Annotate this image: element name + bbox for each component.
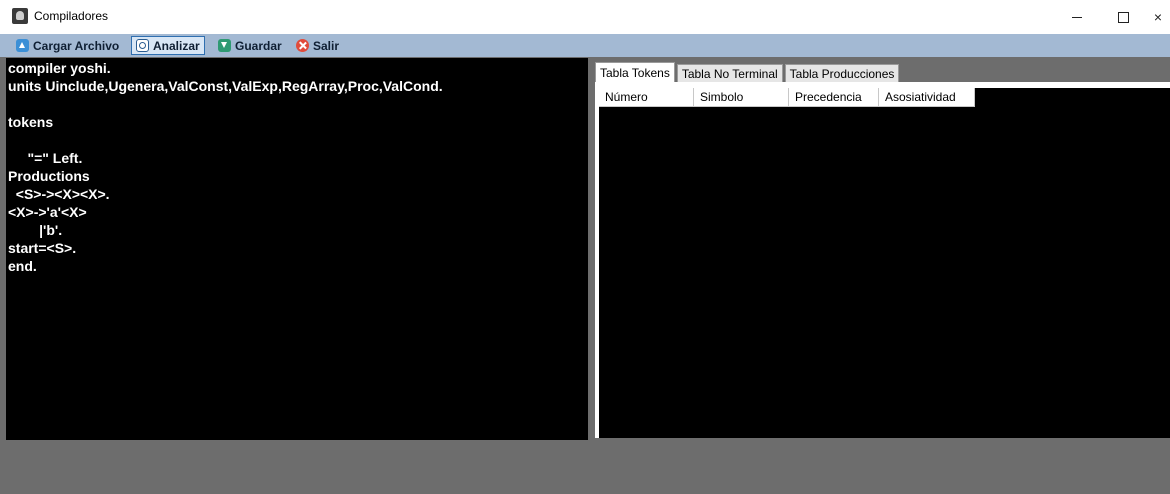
tab-tabla-no-terminal[interactable]: Tabla No Terminal — [676, 64, 783, 83]
tokens-table[interactable]: Número Simbolo Precedencia Asosiatividad — [599, 88, 1170, 438]
code-editor[interactable]: compiler yoshi. units Uinclude,Ugenera,V… — [6, 58, 588, 440]
tab-tabla-producciones[interactable]: Tabla Producciones — [784, 64, 900, 83]
tab-strip: Tabla Tokens Tabla No Terminal Tabla Pro… — [595, 62, 901, 83]
tab-content: Número Simbolo Precedencia Asosiatividad — [595, 82, 1170, 438]
column-header-numero[interactable]: Número — [599, 88, 694, 107]
save-label: Guardar — [235, 38, 282, 53]
maximize-icon — [1117, 11, 1129, 23]
title-bar: Compiladores × — [0, 0, 1170, 34]
editor-content[interactable]: compiler yoshi. units Uinclude,Ugenera,V… — [6, 58, 588, 276]
maximize-button[interactable] — [1100, 0, 1146, 34]
load-file-label: Cargar Archivo — [33, 38, 120, 53]
exit-button[interactable]: Salir — [292, 36, 343, 55]
search-icon — [136, 39, 149, 52]
app-icon — [12, 8, 28, 24]
exit-label: Salir — [313, 38, 340, 53]
column-header-simbolo[interactable]: Simbolo — [694, 88, 789, 107]
bottom-area — [0, 440, 1170, 494]
column-header-precedencia[interactable]: Precedencia — [789, 88, 879, 107]
save-icon — [218, 39, 231, 52]
tab-tabla-tokens[interactable]: Tabla Tokens — [595, 62, 675, 83]
upload-icon — [16, 39, 29, 52]
column-header-asosiatividad[interactable]: Asosiatividad — [879, 88, 975, 107]
minimize-button[interactable] — [1054, 0, 1100, 34]
window-title: Compiladores — [34, 9, 109, 23]
tables-tab-panel: Tabla Tokens Tabla No Terminal Tabla Pro… — [595, 58, 1170, 440]
exit-icon — [296, 39, 309, 52]
analyze-button[interactable]: Analizar — [131, 36, 205, 55]
load-file-button[interactable]: Cargar Archivo — [12, 36, 123, 55]
menu-toolbar: Cargar Archivo Analizar Guardar Salir — [0, 34, 1170, 57]
table-header: Número Simbolo Precedencia Asosiatividad — [599, 88, 1170, 107]
save-button[interactable]: Guardar — [214, 36, 286, 55]
close-button[interactable]: × — [1146, 0, 1170, 34]
analyze-label: Analizar — [153, 38, 200, 53]
minimize-icon — [1072, 16, 1082, 18]
close-icon: × — [1153, 9, 1163, 25]
